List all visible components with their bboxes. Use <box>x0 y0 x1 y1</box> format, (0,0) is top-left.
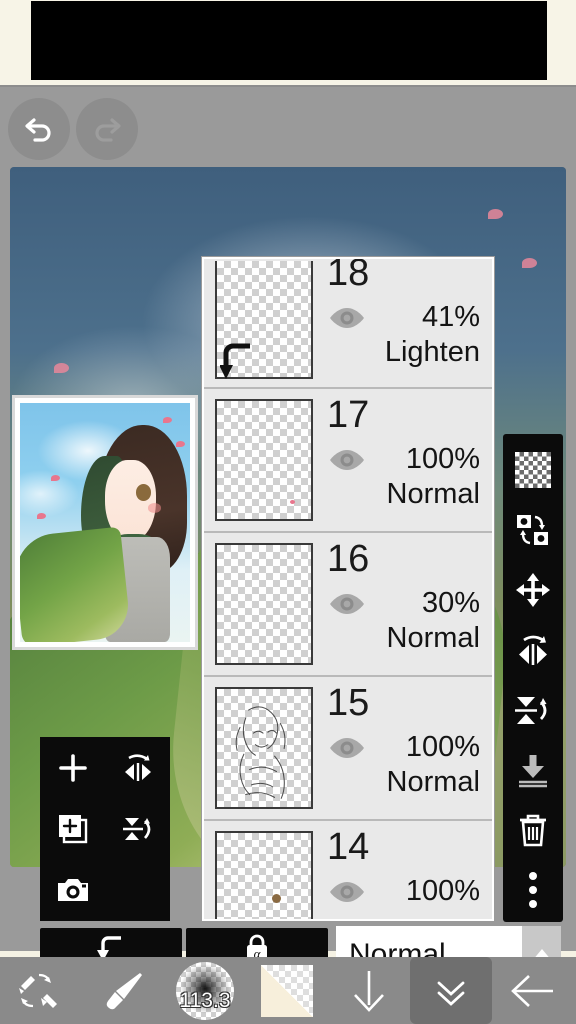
flip-horizontal-button[interactable] <box>105 737 170 798</box>
merge-down-button[interactable] <box>503 740 563 800</box>
artwork-preview-image <box>20 403 190 642</box>
preview-wing <box>20 526 131 642</box>
clipping-arrow-icon <box>220 343 250 379</box>
eye-visibility-icon[interactable] <box>327 305 367 331</box>
brush-eraser-swap-button[interactable] <box>0 957 82 1024</box>
brush-size-button[interactable]: 113.3 <box>164 957 246 1024</box>
rotate-flip-vertical-icon <box>515 697 547 724</box>
layer-info: 15 100% Normal <box>313 677 492 819</box>
rotate-flip-vertical-button[interactable] <box>503 680 563 740</box>
arrow-left-icon <box>511 974 553 1007</box>
layer-number: 17 <box>327 394 370 436</box>
rotate-flip-horizontal-icon <box>519 635 547 665</box>
preview-blush <box>147 503 162 513</box>
bottom-toolbar: 113.3 <box>0 957 576 1024</box>
arrow-down-icon <box>354 970 384 1012</box>
flip-vertical-icon <box>122 817 150 840</box>
top-banner-area <box>0 0 576 86</box>
eye-visibility-icon[interactable] <box>327 447 367 473</box>
artwork-petal <box>488 209 504 219</box>
layer-thumbnail[interactable] <box>215 399 313 521</box>
rotate-flip-horizontal-button[interactable] <box>503 620 563 680</box>
layer-info: 18 41% Lighten <box>313 259 492 387</box>
layer-opacity: 41% <box>421 301 480 333</box>
color-picker-button[interactable] <box>246 957 328 1024</box>
layer-blend-mode: Normal <box>386 766 480 798</box>
preview-petal <box>176 441 186 448</box>
checkerboard-icon <box>515 452 551 488</box>
layer-row[interactable]: 16 30% Normal <box>204 533 492 677</box>
preview-petal <box>50 474 60 481</box>
back-button[interactable] <box>492 957 574 1024</box>
layer-row[interactable]: 15 100% Normal <box>204 677 492 821</box>
layer-thumbnail[interactable] <box>215 687 313 809</box>
duplicate-layer-icon <box>58 814 87 843</box>
artwork-petal <box>521 258 537 268</box>
layer-opacity: 100% <box>405 443 480 475</box>
top-toolbar <box>0 87 576 169</box>
flip-horizontal-icon <box>124 753 151 781</box>
brush-size-icon: 113.3 <box>176 961 234 1020</box>
add-layer-button[interactable] <box>40 737 105 798</box>
layer-meta: 100% <box>327 731 492 764</box>
undo-button[interactable] <box>8 98 70 160</box>
layer-meta: 41% <box>327 301 492 334</box>
transfer-layer-icon <box>517 515 548 545</box>
eye-visibility-icon[interactable] <box>327 591 367 617</box>
artwork-preview[interactable] <box>12 395 198 650</box>
ibis-paint-app: 18 41% Lighten 17 100% Normal 16 30% Nor… <box>0 0 576 1024</box>
layer-thumb-sketch <box>235 706 286 799</box>
move-layer-button[interactable] <box>503 560 563 620</box>
layer-row[interactable]: 18 41% Lighten <box>204 259 492 389</box>
layer-blend-mode: Normal <box>386 622 480 654</box>
brush-icon <box>106 972 142 1009</box>
download-button[interactable] <box>328 957 410 1024</box>
layer-number: 15 <box>327 682 370 724</box>
eye-visibility-icon[interactable] <box>327 735 367 761</box>
move-arrows-icon <box>516 573 550 607</box>
layer-thumb-mark <box>290 500 296 505</box>
undo-arrow-icon <box>25 118 51 142</box>
layer-opacity: 100% <box>405 731 480 763</box>
layer-row[interactable]: 17 100% Normal <box>204 389 492 533</box>
transparency-button[interactable] <box>503 440 563 500</box>
double-chevron-down-icon <box>437 981 465 1006</box>
layer-opacity: 30% <box>421 587 480 619</box>
layer-meta: 100% <box>327 443 492 476</box>
layer-thumbnail[interactable] <box>215 543 313 665</box>
layer-number: 18 <box>327 257 370 294</box>
plus-icon <box>58 753 87 782</box>
preview-petal <box>37 512 46 519</box>
preview-eye <box>135 484 151 501</box>
brush-tool-button[interactable] <box>82 957 164 1024</box>
redo-button[interactable] <box>76 98 138 160</box>
redo-arrow-icon <box>95 118 121 142</box>
layer-info: 16 30% Normal <box>313 533 492 675</box>
layer-blend-mode: Normal <box>386 478 480 510</box>
collapse-panel-button[interactable] <box>410 957 492 1024</box>
transfer-layer-button[interactable] <box>503 500 563 560</box>
layer-blend-mode: Lighten <box>384 336 480 368</box>
brush-eraser-swap-icon <box>19 973 57 1008</box>
artwork-petal <box>54 363 70 373</box>
layer-info: 17 100% Normal <box>313 389 492 531</box>
color-swatch-icon <box>261 964 313 1017</box>
layers-panel[interactable]: 18 41% Lighten 17 100% Normal 16 30% Nor… <box>202 257 494 921</box>
banner-black-bar <box>31 1 547 80</box>
layer-number: 16 <box>327 538 370 580</box>
layer-meta: 30% <box>327 587 492 620</box>
preview-petal <box>162 417 172 424</box>
merge-down-icon <box>519 755 547 788</box>
workspace: 18 41% Lighten 17 100% Normal 16 30% Nor… <box>0 87 576 1024</box>
brush-size-value: 113.3 <box>179 988 231 1012</box>
